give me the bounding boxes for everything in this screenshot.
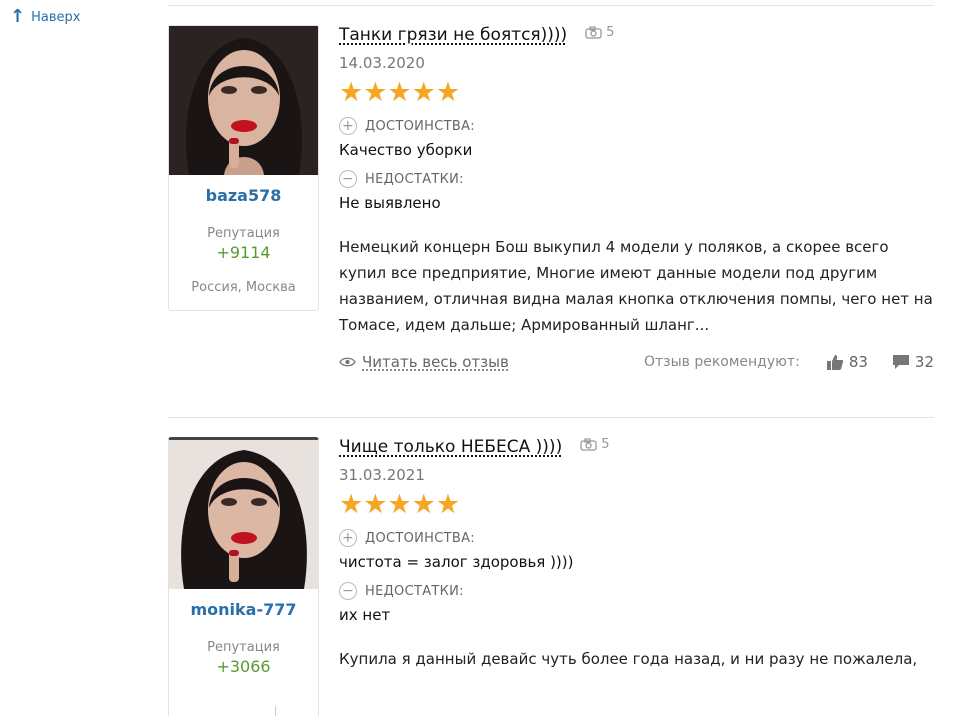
back-to-top-label: Наверх [31, 9, 81, 25]
plus-circle-icon: + [339, 117, 357, 135]
comments-button[interactable]: 32 [892, 353, 934, 371]
camera-icon [580, 438, 597, 451]
thumbs-up-icon [826, 354, 844, 370]
review-footer: Читать весь отзыв Отзыв рекомендуют: 83 … [339, 353, 934, 371]
cons-header: − НЕДОСТАТКИ: [339, 582, 934, 600]
cons-text: их нет [339, 606, 391, 624]
divider [168, 5, 934, 6]
recommend-label: Отзыв рекомендуют: [643, 354, 800, 370]
cons-header: − НЕДОСТАТКИ: [339, 170, 934, 188]
arrow-up-icon: ↑ [10, 6, 26, 27]
author-name[interactable]: baza578 [169, 186, 318, 205]
photo-count[interactable]: 5 [585, 25, 614, 40]
likes-button[interactable]: 83 [826, 353, 868, 371]
likes-count: 83 [848, 353, 868, 371]
photo-count-value: 5 [606, 25, 615, 40]
avatar[interactable] [169, 26, 318, 175]
pros-label: ДОСТОИНСТВА: [365, 530, 475, 546]
minus-circle-icon: − [339, 170, 357, 188]
reputation-label: Репутация [207, 226, 280, 241]
review-title[interactable]: Чище только НЕБЕСА )))) [339, 437, 562, 457]
star-rating: ★★★★★ [339, 489, 461, 520]
pros-text: Качество уборки [339, 141, 473, 159]
pros-header: + ДОСТОИНСТВА: [339, 529, 934, 547]
photo-count-value: 5 [601, 437, 610, 452]
review-text: Купила я данный девайс чуть более года н… [339, 650, 918, 668]
review-content: Чище только НЕБЕСА )))) 5 31.03.2021 ★★★… [339, 437, 934, 672]
pros-text: чистота = залог здоровья )))) [339, 553, 574, 571]
author-card: baza578 Репутация +9114 Россия, Москва [168, 25, 319, 311]
review-date: 31.03.2021 [339, 466, 425, 484]
avatar[interactable] [169, 440, 318, 589]
back-to-top-link[interactable]: ↑ Наверх [10, 8, 80, 26]
comment-icon [892, 355, 909, 369]
reputation-label: Репутация [207, 640, 280, 655]
recommend-block: Отзыв рекомендуют: 83 32 [644, 353, 934, 371]
cons-text: Не выявлено [339, 194, 441, 212]
cons-label: НЕДОСТАТКИ: [365, 583, 464, 599]
comments-count: 32 [914, 353, 934, 371]
review-title[interactable]: Танки грязи не боятся)))) [339, 25, 567, 45]
star-rating: ★★★★★ [339, 77, 461, 108]
reputation-value: +9114 [216, 243, 271, 262]
read-more-label: Читать весь отзыв [362, 353, 509, 371]
review-text: Немецкий концерн Бош выкупил 4 модели у … [339, 238, 933, 334]
read-more-link[interactable]: Читать весь отзыв [339, 353, 509, 371]
divider [168, 417, 934, 418]
pros-header: + ДОСТОИНСТВА: [339, 117, 934, 135]
plus-circle-icon: + [339, 529, 357, 547]
review-date: 14.03.2020 [339, 54, 425, 72]
divider [0, 706, 276, 716]
cons-label: НЕДОСТАТКИ: [365, 171, 464, 187]
minus-circle-icon: − [339, 582, 357, 600]
reputation-value: +3066 [216, 657, 271, 676]
camera-icon [585, 26, 602, 39]
author-location: Россия, Москва [191, 280, 296, 295]
author-card: monika-777 Репутация +3066 [168, 437, 319, 716]
eye-icon [339, 357, 356, 367]
pros-label: ДОСТОИНСТВА: [365, 118, 475, 134]
author-name[interactable]: monika-777 [169, 600, 318, 619]
photo-count[interactable]: 5 [580, 437, 609, 452]
review-content: Танки грязи не боятся)))) 5 14.03.2020 ★… [339, 25, 934, 371]
